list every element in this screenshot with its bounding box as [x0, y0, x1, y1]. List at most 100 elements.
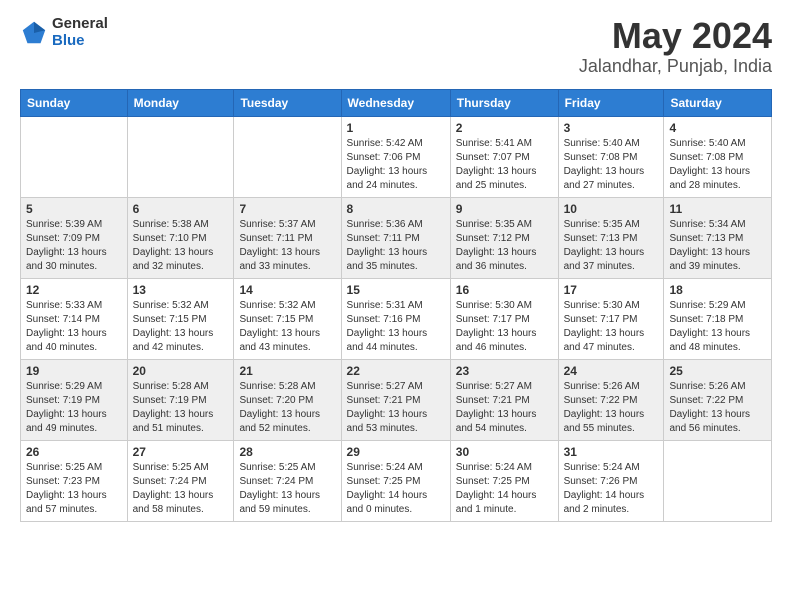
calendar-cell: 5Sunrise: 5:39 AM Sunset: 7:09 PM Daylig…	[21, 197, 128, 278]
header: General Blue May 2024 Jalandhar, Punjab,…	[20, 16, 772, 77]
calendar-cell: 8 Sunrise: 5:36 AM Sunset: 7:11 PM Daylig…	[341, 197, 450, 278]
calendar-cell: 15Sunrise: 5:31 AM Sunset: 7:16 PM Dayli…	[341, 278, 450, 359]
col-tuesday: Tuesday	[234, 89, 341, 116]
calendar-cell	[234, 116, 341, 197]
calendar-cell: 3 Sunrise: 5:40 AM Sunset: 7:08 PM Daylig…	[558, 116, 664, 197]
day-number: 18	[669, 283, 766, 297]
day-number: 4	[669, 121, 766, 135]
day-info: Sunrise: 5:29 AM Sunset: 7:18 PM Dayligh…	[669, 299, 766, 355]
day-info: Sunrise: 5:27 AM Sunset: 7:21 PM Dayligh…	[456, 380, 553, 436]
day-number: 29	[347, 445, 445, 459]
calendar-subtitle: Jalandhar, Punjab, India	[579, 56, 772, 77]
day-number: 25	[669, 364, 766, 378]
logo-general-text: General	[52, 16, 108, 33]
col-friday: Friday	[558, 89, 664, 116]
calendar-cell: 21 Sunrise: 5:28 AM Sunset: 7:20 PM Dayli…	[234, 359, 341, 440]
calendar-cell: 9Sunrise: 5:35 AM Sunset: 7:12 PM Daylig…	[450, 197, 558, 278]
col-wednesday: Wednesday	[341, 89, 450, 116]
calendar-cell: 23 Sunrise: 5:27 AM Sunset: 7:21 PM Dayli…	[450, 359, 558, 440]
day-number: 16	[456, 283, 553, 297]
day-info: Sunrise: 5:37 AM Sunset: 7:11 PM Dayligh…	[239, 218, 335, 274]
day-number: 27	[133, 445, 229, 459]
calendar-cell	[664, 440, 772, 521]
calendar-cell: 24 Sunrise: 5:26 AM Sunset: 7:22 PM Dayli…	[558, 359, 664, 440]
calendar-cell: 26Sunrise: 5:25 AM Sunset: 7:23 PM Dayli…	[21, 440, 128, 521]
day-number: 2	[456, 121, 553, 135]
day-number: 26	[26, 445, 122, 459]
logo-blue-text: Blue	[52, 33, 108, 50]
calendar-cell: 18 Sunrise: 5:29 AM Sunset: 7:18 PM Dayli…	[664, 278, 772, 359]
day-info: Sunrise: 5:32 AM Sunset: 7:15 PM Dayligh…	[239, 299, 335, 355]
col-saturday: Saturday	[664, 89, 772, 116]
day-number: 12	[26, 283, 122, 297]
day-info: Sunrise: 5:32 AM Sunset: 7:15 PM Dayligh…	[133, 299, 229, 355]
calendar-week-3: 12 Sunrise: 5:33 AM Sunset: 7:14 PM Dayli…	[21, 278, 772, 359]
calendar-cell: 27 Sunrise: 5:25 AM Sunset: 7:24 PM Dayli…	[127, 440, 234, 521]
day-info: Sunrise: 5:29 AM Sunset: 7:19 PM Dayligh…	[26, 380, 122, 436]
day-number: 14	[239, 283, 335, 297]
header-row: Sunday Monday Tuesday Wednesday Thursday…	[21, 89, 772, 116]
calendar-table: Sunday Monday Tuesday Wednesday Thursday…	[20, 89, 772, 522]
day-number: 5	[26, 202, 122, 216]
day-number: 10	[564, 202, 659, 216]
day-number: 6	[133, 202, 229, 216]
calendar-week-1: 1 Sunrise: 5:42 AM Sunset: 7:06 PM Daylig…	[21, 116, 772, 197]
day-number: 1	[347, 121, 445, 135]
day-info: Sunrise: 5:26 AM Sunset: 7:22 PM Dayligh…	[564, 380, 659, 436]
col-sunday: Sunday	[21, 89, 128, 116]
calendar-cell: 11Sunrise: 5:34 AM Sunset: 7:13 PM Dayli…	[664, 197, 772, 278]
calendar-cell: 1 Sunrise: 5:42 AM Sunset: 7:06 PM Daylig…	[341, 116, 450, 197]
day-number: 3	[564, 121, 659, 135]
calendar-cell: 22Sunrise: 5:27 AM Sunset: 7:21 PM Dayli…	[341, 359, 450, 440]
calendar-cell: 10 Sunrise: 5:35 AM Sunset: 7:13 PM Dayli…	[558, 197, 664, 278]
day-info: Sunrise: 5:26 AM Sunset: 7:22 PM Dayligh…	[669, 380, 766, 436]
calendar-cell: 25 Sunrise: 5:26 AM Sunset: 7:22 PM Dayli…	[664, 359, 772, 440]
day-info: Sunrise: 5:30 AM Sunset: 7:17 PM Dayligh…	[564, 299, 659, 355]
calendar-cell: 30 Sunrise: 5:24 AM Sunset: 7:25 PM Dayli…	[450, 440, 558, 521]
day-number: 11	[669, 202, 766, 216]
day-info: Sunrise: 5:38 AM Sunset: 7:10 PM Dayligh…	[133, 218, 229, 274]
day-number: 13	[133, 283, 229, 297]
day-info: Sunrise: 5:42 AM Sunset: 7:06 PM Dayligh…	[347, 137, 445, 193]
calendar-body: 1 Sunrise: 5:42 AM Sunset: 7:06 PM Daylig…	[21, 116, 772, 521]
day-number: 17	[564, 283, 659, 297]
calendar-title: May 2024	[579, 16, 772, 56]
day-number: 23	[456, 364, 553, 378]
day-number: 31	[564, 445, 659, 459]
day-info: Sunrise: 5:36 AM Sunset: 7:11 PM Dayligh…	[347, 218, 445, 274]
day-info: Sunrise: 5:35 AM Sunset: 7:12 PM Dayligh…	[456, 218, 553, 274]
day-number: 8	[347, 202, 445, 216]
day-number: 15	[347, 283, 445, 297]
day-number: 24	[564, 364, 659, 378]
day-number: 20	[133, 364, 229, 378]
day-info: Sunrise: 5:28 AM Sunset: 7:19 PM Dayligh…	[133, 380, 229, 436]
day-info: Sunrise: 5:33 AM Sunset: 7:14 PM Dayligh…	[26, 299, 122, 355]
calendar-cell	[127, 116, 234, 197]
calendar-cell: 17 Sunrise: 5:30 AM Sunset: 7:17 PM Dayli…	[558, 278, 664, 359]
day-number: 21	[239, 364, 335, 378]
day-info: Sunrise: 5:24 AM Sunset: 7:26 PM Dayligh…	[564, 461, 659, 517]
day-info: Sunrise: 5:24 AM Sunset: 7:25 PM Dayligh…	[456, 461, 553, 517]
day-info: Sunrise: 5:28 AM Sunset: 7:20 PM Dayligh…	[239, 380, 335, 436]
calendar-cell: 28Sunrise: 5:25 AM Sunset: 7:24 PM Dayli…	[234, 440, 341, 521]
day-info: Sunrise: 5:41 AM Sunset: 7:07 PM Dayligh…	[456, 137, 553, 193]
col-thursday: Thursday	[450, 89, 558, 116]
title-block: May 2024 Jalandhar, Punjab, India	[579, 16, 772, 77]
day-number: 19	[26, 364, 122, 378]
day-info: Sunrise: 5:25 AM Sunset: 7:24 PM Dayligh…	[133, 461, 229, 517]
calendar-cell: 13 Sunrise: 5:32 AM Sunset: 7:15 PM Dayli…	[127, 278, 234, 359]
day-info: Sunrise: 5:25 AM Sunset: 7:24 PM Dayligh…	[239, 461, 335, 517]
col-monday: Monday	[127, 89, 234, 116]
logo-text: General Blue	[52, 16, 108, 49]
calendar-cell: 7 Sunrise: 5:37 AM Sunset: 7:11 PM Daylig…	[234, 197, 341, 278]
calendar-cell: 29Sunrise: 5:24 AM Sunset: 7:25 PM Dayli…	[341, 440, 450, 521]
calendar-cell: 16Sunrise: 5:30 AM Sunset: 7:17 PM Dayli…	[450, 278, 558, 359]
day-info: Sunrise: 5:40 AM Sunset: 7:08 PM Dayligh…	[564, 137, 659, 193]
day-info: Sunrise: 5:35 AM Sunset: 7:13 PM Dayligh…	[564, 218, 659, 274]
logo-icon	[20, 19, 48, 47]
calendar-cell: 4 Sunrise: 5:40 AM Sunset: 7:08 PM Daylig…	[664, 116, 772, 197]
page: General Blue May 2024 Jalandhar, Punjab,…	[0, 0, 792, 538]
day-info: Sunrise: 5:40 AM Sunset: 7:08 PM Dayligh…	[669, 137, 766, 193]
day-number: 30	[456, 445, 553, 459]
day-number: 7	[239, 202, 335, 216]
